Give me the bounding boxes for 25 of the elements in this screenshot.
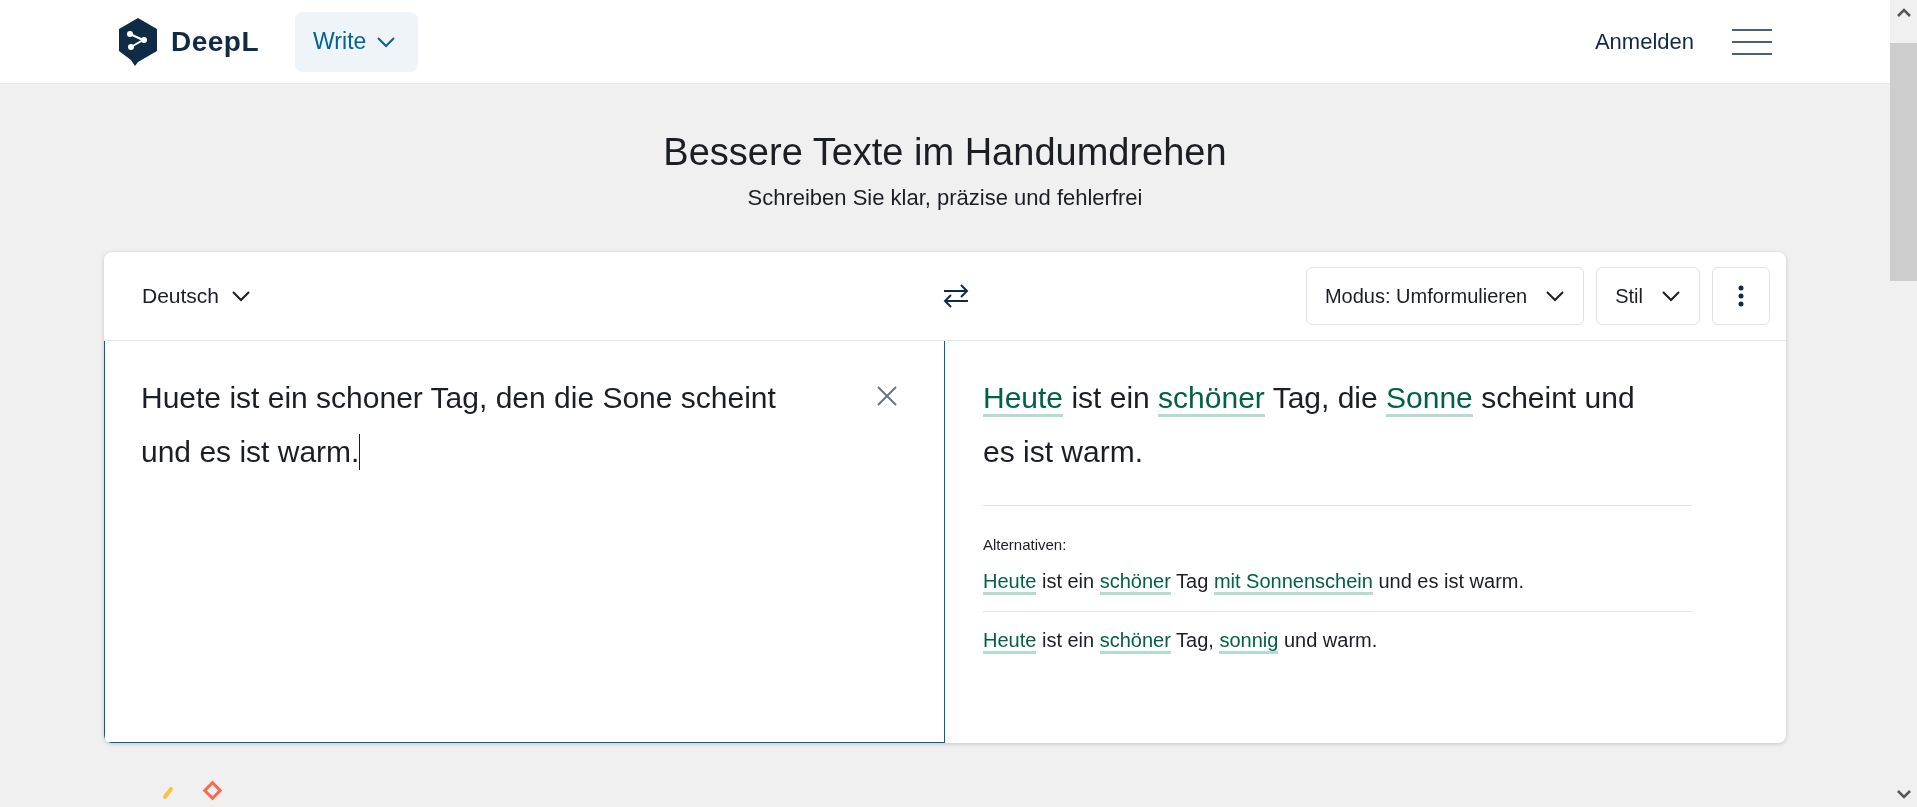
scroll-down-icon[interactable] [1896, 790, 1911, 799]
login-link[interactable]: Anmelden [1594, 28, 1694, 55]
logo-text[interactable]: DeepL [171, 25, 260, 58]
logo-icon [117, 15, 159, 68]
alternative-sentence[interactable]: Heute ist ein schöner Tag, sonnig und warm. [983, 611, 1692, 670]
alternative-sentence[interactable]: Heute ist ein schöner Tag mit Sonnenschein und es ist warm. [983, 553, 1692, 611]
page-title: Bessere Texte im Handumdrehen [663, 130, 1227, 174]
scrollbar-thumb[interactable] [1890, 43, 1917, 281]
input-field[interactable]: Huete ist ein schoner Tag, den die Sone scheint und es ist warm. [141, 371, 834, 479]
chevron-down-icon [231, 290, 252, 302]
improved-text: Heute ist ein schöner Tag, die Sonne scheint und es ist warm. [983, 380, 1636, 470]
product-menu-button[interactable]: Write [295, 11, 419, 72]
chevron-down-icon [376, 35, 397, 48]
close-icon[interactable] [876, 385, 898, 407]
language-dropdown[interactable]: Deutsch [142, 284, 252, 308]
page-subtitle: Schreiben Sie klar, präzise und fehlerfrei [747, 184, 1143, 212]
scroll-up-icon[interactable] [1896, 8, 1911, 17]
swap-icon[interactable] [942, 283, 970, 309]
style-dropdown[interactable]: Stil [1596, 267, 1700, 325]
chevron-down-icon [1545, 290, 1566, 302]
mode-dropdown[interactable]: Modus: Umformulieren [1305, 267, 1585, 325]
chevron-down-icon [1661, 290, 1681, 302]
more-icon [1738, 285, 1744, 307]
alternatives-label: Alternativen: [983, 536, 1068, 553]
menu-icon[interactable] [1732, 28, 1772, 55]
